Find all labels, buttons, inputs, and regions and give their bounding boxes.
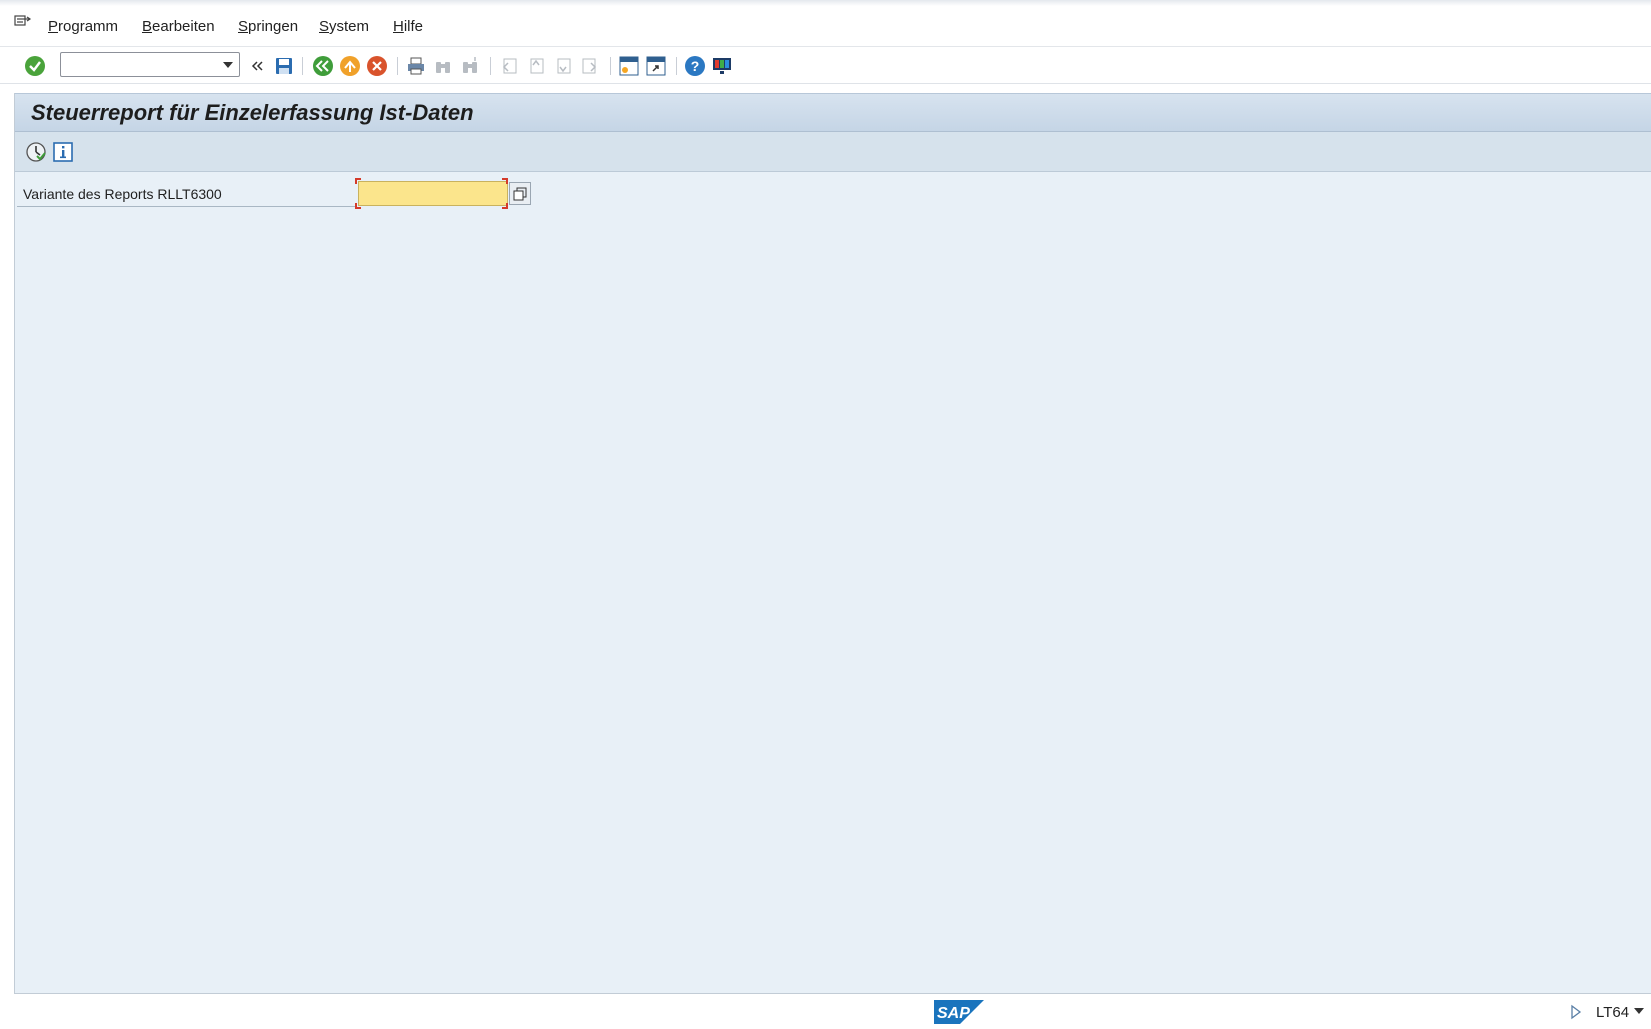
menu-system-mnemonic: S xyxy=(319,18,330,35)
work-area: Steuerreport für Einzelerfassung Ist-Dat… xyxy=(14,93,1651,994)
collapse-icon[interactable] xyxy=(247,55,269,77)
menu-springen[interactable]: Springen xyxy=(238,18,298,35)
menu-hilfe[interactable]: Hilfe xyxy=(393,18,423,35)
required-marker-top-left xyxy=(355,178,361,184)
exit-icon[interactable] xyxy=(339,55,361,77)
menu-hilfe-label: ilfe xyxy=(403,18,424,35)
menu-hilfe-mnemonic: H xyxy=(393,18,404,35)
toolbar-separator xyxy=(397,57,398,75)
required-marker-bottom-left xyxy=(355,203,361,209)
new-session-icon[interactable] xyxy=(618,55,640,77)
back-icon[interactable] xyxy=(312,55,334,77)
menu-expand-icon[interactable] xyxy=(14,14,32,30)
toolbar-separator xyxy=(302,57,303,75)
cancel-icon[interactable] xyxy=(366,55,388,77)
customize-layout-icon[interactable] xyxy=(711,55,733,77)
menu-bearbeiten[interactable]: Bearbeiten xyxy=(142,18,215,35)
menu-programm-label: rogramm xyxy=(58,18,119,35)
variant-input[interactable] xyxy=(358,181,508,206)
required-marker-top-right xyxy=(502,178,508,184)
menu-bearbeiten-label: earbeiten xyxy=(152,18,215,35)
svg-text:SAP: SAP xyxy=(937,1005,970,1022)
previous-page-icon[interactable] xyxy=(525,55,547,77)
toolbar-separator xyxy=(610,57,611,75)
menu-bearbeiten-mnemonic: B xyxy=(142,18,153,35)
status-expand-icon[interactable] xyxy=(1570,1004,1582,1020)
command-dropdown-icon[interactable] xyxy=(223,62,233,68)
menu-programm-mnemonic: P xyxy=(48,18,59,35)
status-bar xyxy=(0,994,1651,1029)
next-page-icon[interactable] xyxy=(552,55,574,77)
transaction-dropdown-icon[interactable] xyxy=(1634,1008,1644,1014)
title-bar: Steuerreport für Einzelerfassung Ist-Dat… xyxy=(15,93,1651,132)
required-marker-bottom-right xyxy=(502,203,508,209)
print-icon[interactable] xyxy=(405,55,427,77)
save-icon[interactable] xyxy=(273,55,295,77)
field-underline xyxy=(17,206,357,207)
menu-system-label: ystem xyxy=(329,18,370,35)
toolbar-separator xyxy=(490,57,491,75)
command-field[interactable] xyxy=(60,52,240,77)
first-page-icon[interactable] xyxy=(498,55,520,77)
menu-springen-label: pringen xyxy=(248,18,299,35)
toolbar-separator xyxy=(676,57,677,75)
find-icon[interactable] xyxy=(432,55,454,77)
info-icon[interactable] xyxy=(52,141,74,163)
variant-label: Variante des Reports RLLT6300 xyxy=(23,186,222,202)
application-toolbar xyxy=(15,132,1651,172)
menu-springen-mnemonic: S xyxy=(238,18,249,35)
page-title: Steuerreport für Einzelerfassung Ist-Dat… xyxy=(31,100,474,125)
sap-logo: SAP xyxy=(934,1000,984,1024)
menu-bar: Programm Bearbeiten Springen System Hilf… xyxy=(0,0,1651,47)
execute-icon[interactable] xyxy=(25,141,47,163)
menu-programm[interactable]: Programm xyxy=(48,18,118,35)
value-help-button[interactable] xyxy=(509,182,531,205)
enter-icon[interactable] xyxy=(24,55,46,77)
value-help-icon xyxy=(513,187,527,200)
standard-toolbar: ? xyxy=(0,47,1651,84)
menu-system[interactable]: System xyxy=(319,18,369,35)
transaction-code: LT64 xyxy=(1596,1004,1630,1021)
shortcut-icon[interactable] xyxy=(645,55,667,77)
find-next-icon[interactable] xyxy=(459,55,481,77)
last-page-icon[interactable] xyxy=(579,55,601,77)
help-icon[interactable]: ? xyxy=(684,55,706,77)
svg-text:?: ? xyxy=(691,58,700,74)
